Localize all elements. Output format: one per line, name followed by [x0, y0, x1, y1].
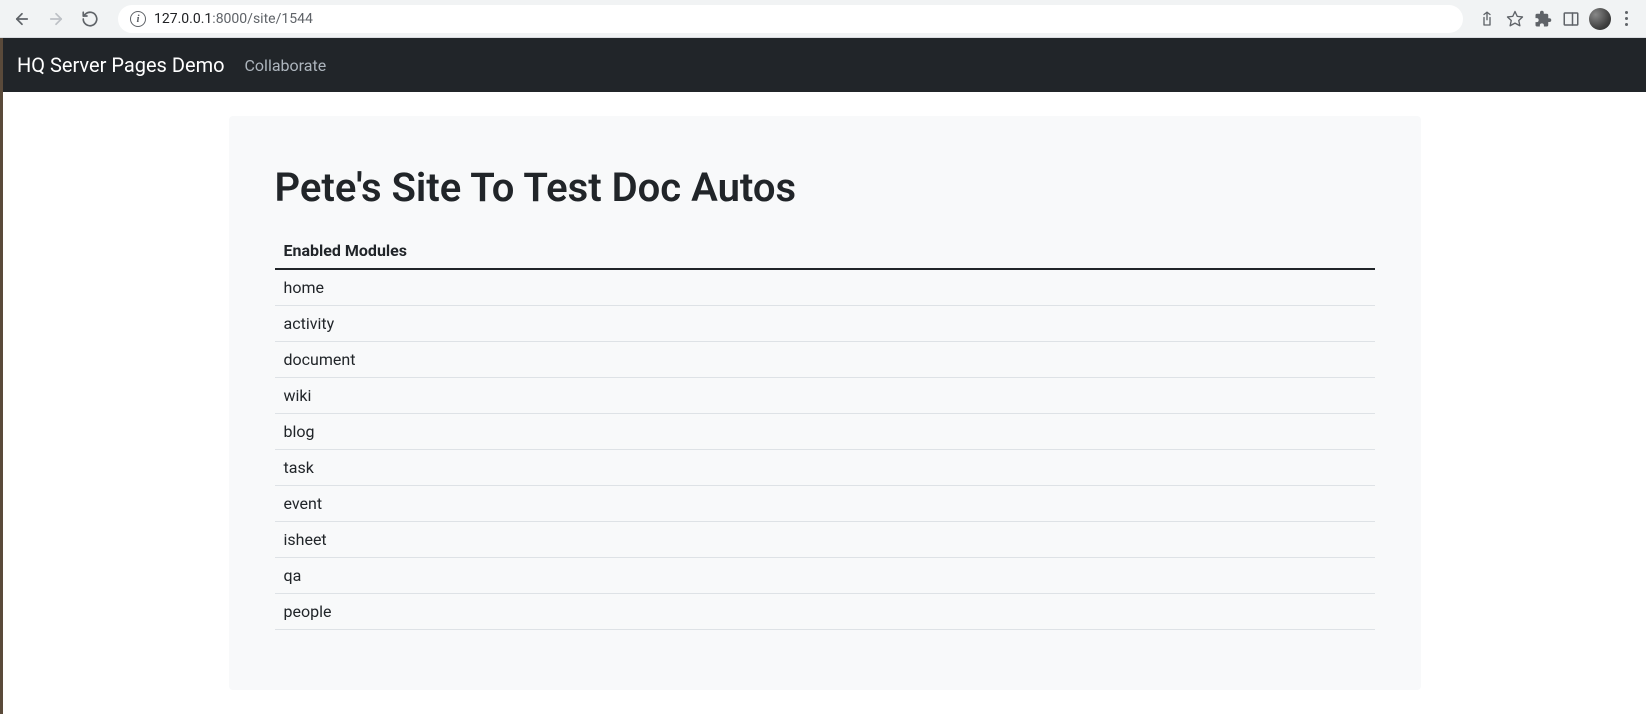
back-button[interactable]: [8, 5, 36, 33]
side-panel-icon[interactable]: [1561, 9, 1581, 29]
app-navbar: HQ Server Pages Demo Collaborate: [3, 38, 1646, 92]
address-bar[interactable]: i 127.0.0.1:8000/site/1544: [118, 5, 1463, 33]
table-row: activity: [275, 306, 1375, 342]
navbar-link-collaborate[interactable]: Collaborate: [245, 56, 327, 75]
table-row: qa: [275, 558, 1375, 594]
table-row: wiki: [275, 378, 1375, 414]
table-row: event: [275, 486, 1375, 522]
module-cell: activity: [275, 306, 1375, 342]
modules-table: Enabled Modules homeactivitydocumentwiki…: [275, 233, 1375, 630]
module-cell: wiki: [275, 378, 1375, 414]
content-card: Pete's Site To Test Doc Autos Enabled Mo…: [229, 116, 1421, 690]
module-cell: isheet: [275, 522, 1375, 558]
share-icon[interactable]: [1477, 9, 1497, 29]
navbar-brand[interactable]: HQ Server Pages Demo: [17, 53, 225, 77]
main-container: Pete's Site To Test Doc Autos Enabled Mo…: [3, 92, 1646, 714]
module-cell: people: [275, 594, 1375, 630]
browser-toolbar: i 127.0.0.1:8000/site/1544: [0, 0, 1646, 38]
table-row: isheet: [275, 522, 1375, 558]
table-row: task: [275, 450, 1375, 486]
extensions-icon[interactable]: [1533, 9, 1553, 29]
url-text: 127.0.0.1:8000/site/1544: [154, 11, 313, 27]
bookmark-star-icon[interactable]: [1505, 9, 1525, 29]
table-row: document: [275, 342, 1375, 378]
module-cell: home: [275, 269, 1375, 306]
browser-menu-icon[interactable]: [1619, 11, 1634, 26]
module-cell: task: [275, 450, 1375, 486]
page-body: HQ Server Pages Demo Collaborate Pete's …: [0, 38, 1646, 714]
forward-button[interactable]: [42, 5, 70, 33]
table-row: blog: [275, 414, 1375, 450]
module-cell: blog: [275, 414, 1375, 450]
profile-avatar[interactable]: [1589, 8, 1611, 30]
reload-button[interactable]: [76, 5, 104, 33]
module-cell: event: [275, 486, 1375, 522]
table-row: people: [275, 594, 1375, 630]
module-cell: document: [275, 342, 1375, 378]
module-cell: qa: [275, 558, 1375, 594]
table-header: Enabled Modules: [275, 233, 1375, 269]
page-title: Pete's Site To Test Doc Autos: [275, 164, 1375, 211]
table-row: home: [275, 269, 1375, 306]
site-info-icon[interactable]: i: [130, 11, 146, 27]
